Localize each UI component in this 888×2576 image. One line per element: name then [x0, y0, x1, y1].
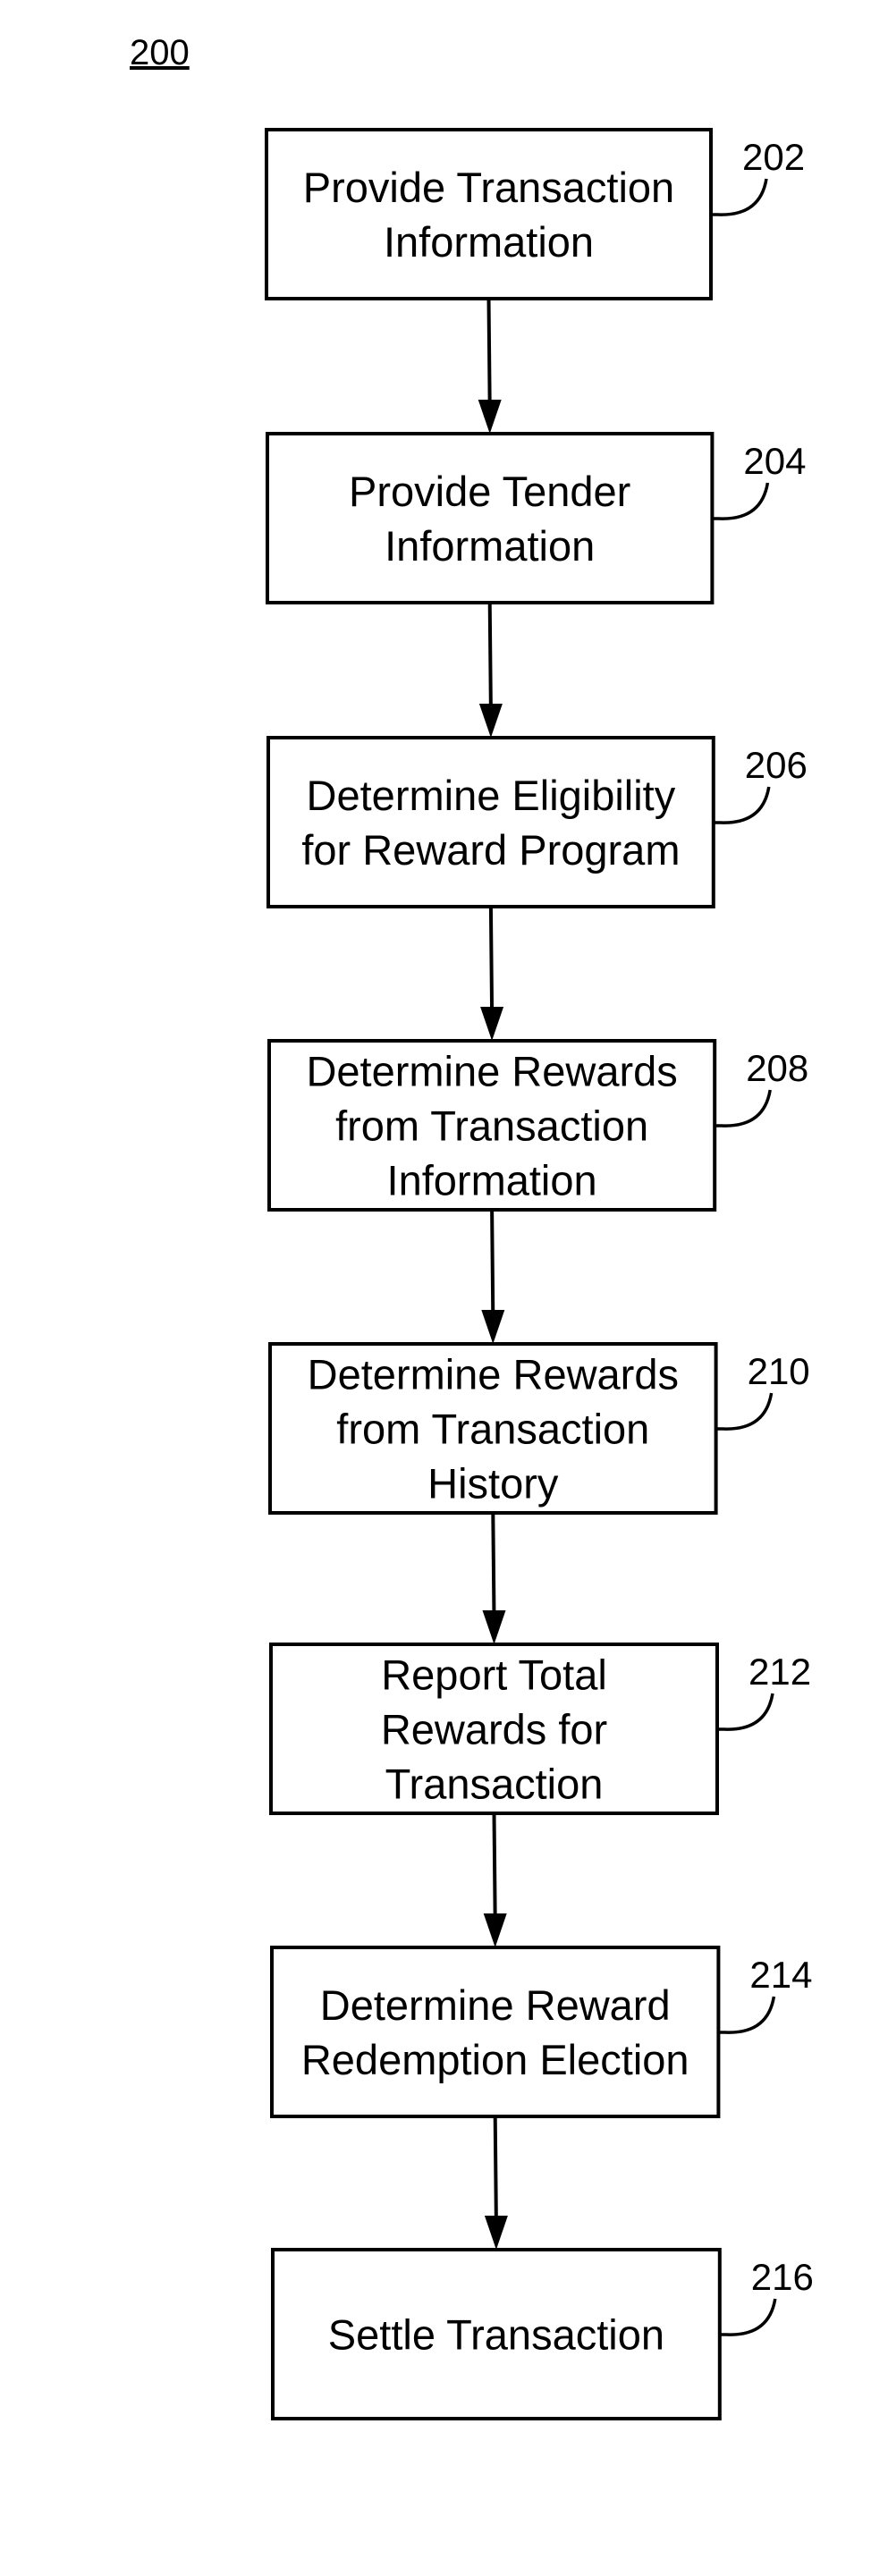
- leader-line: [713, 786, 771, 824]
- leader-line: [718, 1996, 776, 2034]
- leader-line: [711, 178, 768, 216]
- process-step-202: Provide Transaction Information 202: [265, 128, 805, 300]
- process-box-label-line: from Transaction: [335, 1102, 648, 1150]
- process-box-label-line: History: [427, 1460, 559, 1508]
- reference-numeral: 214: [749, 1954, 812, 1996]
- arrow-shaft: [493, 2116, 498, 2224]
- process-box: [265, 128, 713, 300]
- process-box-label-line: Information: [387, 1157, 597, 1204]
- process-box-label-line: Transaction: [385, 1761, 604, 1808]
- reference-numeral: 204: [743, 440, 806, 482]
- reference-numeral: 210: [748, 1350, 810, 1392]
- process-box-label-line: Provide Transaction: [303, 164, 674, 211]
- arrow-shaft: [491, 1512, 496, 1618]
- leader-line: [715, 1089, 772, 1128]
- flow-arrow-204-206: [478, 602, 503, 738]
- process-step-214: Determine Reward Redemption Election 214: [270, 1946, 812, 2118]
- reference-numeral: 212: [748, 1651, 811, 1693]
- process-step-212: Report Total Rewards for Transaction 212: [269, 1643, 811, 1815]
- flow-arrow-208-210: [481, 1209, 505, 1344]
- process-box-label-line: for Reward Program: [301, 826, 680, 874]
- arrowhead-icon: [480, 1007, 504, 1041]
- reference-numeral: 216: [751, 2256, 814, 2298]
- arrowhead-icon: [484, 2216, 508, 2250]
- reference-numeral: 206: [745, 744, 808, 786]
- process-step-204: Provide Tender Information 204: [266, 432, 806, 604]
- process-box-label-line: Settle Transaction: [328, 2311, 664, 2359]
- arrowhead-icon: [483, 1913, 507, 1947]
- flow-arrow-212-214: [483, 1812, 507, 1947]
- flow-arrow-214-216: [484, 2116, 508, 2250]
- leader-line: [717, 1693, 774, 1731]
- process-box-label-line: Provide Tender: [349, 468, 630, 515]
- arrowhead-icon: [478, 704, 503, 738]
- process-box-label-line: Determine Rewards: [308, 1351, 679, 1398]
- figure-label: 200: [130, 33, 190, 72]
- arrow-shaft: [488, 906, 495, 1015]
- process-box: [270, 1946, 721, 2118]
- arrow-shaft: [486, 298, 492, 408]
- flowchart-diagram: 200 Provide TransactionInformation202Pro…: [130, 33, 814, 2420]
- leader-line: [719, 2298, 777, 2336]
- leader-line: [715, 1392, 774, 1431]
- leader-line: [712, 482, 770, 520]
- process-step-216: Settle Transaction 216: [271, 2248, 814, 2420]
- arrowhead-icon: [481, 1310, 505, 1344]
- arrowhead-icon: [478, 400, 502, 434]
- process-box: [266, 432, 715, 604]
- process-box-label-line: Rewards for: [381, 1706, 607, 1753]
- flow-arrow-202-204: [478, 298, 502, 434]
- process-box: [266, 736, 715, 908]
- reference-numeral: 202: [742, 136, 805, 178]
- process-step-208: Determine Rewards from Transaction Informa…: [267, 1039, 808, 1212]
- nodes-layer: Provide TransactionInformation202Provide…: [265, 128, 814, 2420]
- process-box-label-line: from Transaction: [336, 1406, 649, 1453]
- process-box-label-line: Information: [385, 522, 595, 570]
- arrow-shaft: [490, 1209, 495, 1318]
- process-box-label-line: Information: [384, 218, 594, 266]
- arrow-shaft: [487, 602, 493, 712]
- flow-arrow-210-212: [482, 1512, 506, 1644]
- process-box-label-line: Determine Reward: [320, 1981, 671, 2029]
- process-step-210: Determine Rewards from Transaction History…: [268, 1342, 810, 1515]
- arrowhead-icon: [482, 1610, 506, 1644]
- process-step-206: Determine Eligibility for Reward Program 2…: [266, 736, 808, 908]
- process-box-label-line: Determine Rewards: [306, 1048, 677, 1095]
- process-box-label-line: Determine Eligibility: [307, 772, 676, 819]
- process-box-label-line: Report Total: [381, 1651, 607, 1699]
- process-box-label-line: Redemption Election: [301, 2036, 689, 2083]
- reference-numeral: 208: [746, 1047, 808, 1089]
- flow-arrow-206-208: [480, 906, 504, 1041]
